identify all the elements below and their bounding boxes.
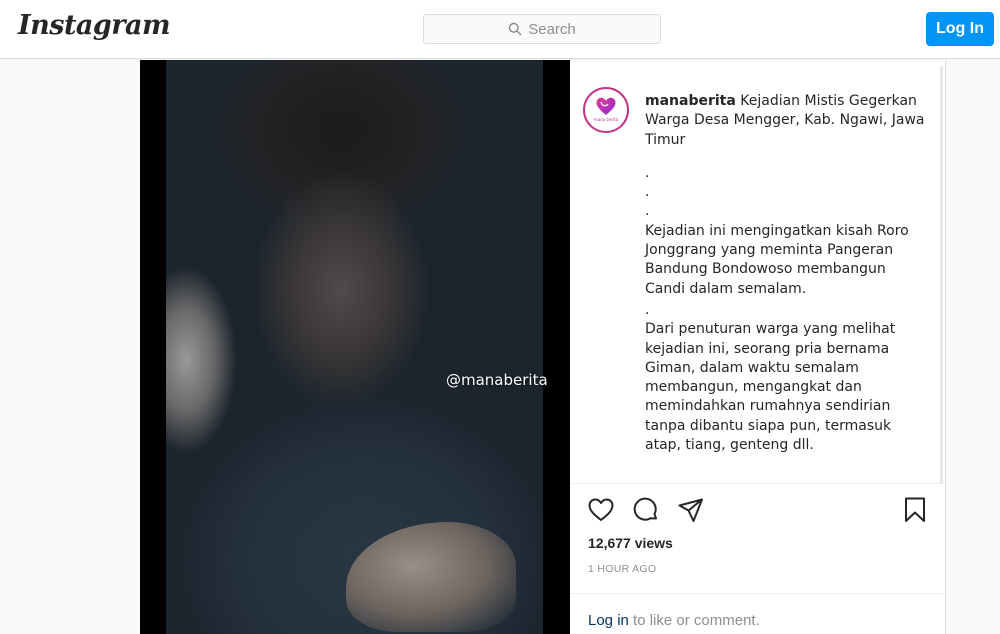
search-icon	[508, 22, 522, 36]
caption-dots: . . .	[645, 164, 650, 220]
post-caption: manaberita Kejadian Mistis Gegerkan Warg…	[645, 92, 930, 455]
post-actions	[570, 495, 945, 531]
caption-username[interactable]: manaberita	[645, 93, 736, 109]
caption-scroll-area[interactable]: mana berita manaberita Kejadian Mistis G…	[570, 60, 945, 484]
heart-icon[interactable]	[586, 495, 616, 525]
caption-paragraph-2: Dari penuturan warga yang melihat kejadi…	[645, 321, 896, 454]
avatar-brand-text: mana berita	[593, 117, 619, 122]
comment-prompt-text: to like or comment.	[628, 612, 760, 629]
avatar[interactable]: mana berita	[583, 87, 629, 133]
top-navigation-bar: Instagram Search Log In	[0, 0, 1000, 59]
video-frame	[166, 60, 543, 634]
search-input[interactable]: Search	[423, 14, 661, 44]
post-side-panel: mana berita manaberita Kejadian Mistis G…	[570, 60, 945, 634]
post-timestamp[interactable]: 1 HOUR AGO	[588, 563, 656, 575]
login-link[interactable]: Log in	[588, 612, 629, 629]
search-placeholder: Search	[528, 20, 576, 38]
comment-prompt: Log in to like or comment.	[588, 612, 760, 629]
video-watermark: @manaberita	[446, 371, 548, 389]
video-hand-shape	[346, 522, 516, 632]
caption-scrollbar[interactable]	[940, 66, 943, 483]
instagram-logo[interactable]: Instagram	[18, 10, 171, 41]
view-count[interactable]: 12,677 views	[588, 535, 673, 551]
caption-separator: .	[645, 301, 650, 318]
comment-icon[interactable]	[631, 495, 661, 525]
login-button[interactable]: Log In	[926, 12, 994, 46]
bookmark-icon[interactable]	[900, 495, 930, 525]
share-icon[interactable]	[676, 495, 706, 525]
divider	[570, 593, 945, 594]
heart-logo-icon	[596, 97, 616, 115]
video-player[interactable]: @manaberita	[140, 60, 570, 634]
caption-paragraph-1: Kejadian ini mengingatkan kisah Roro Jon…	[645, 222, 909, 297]
